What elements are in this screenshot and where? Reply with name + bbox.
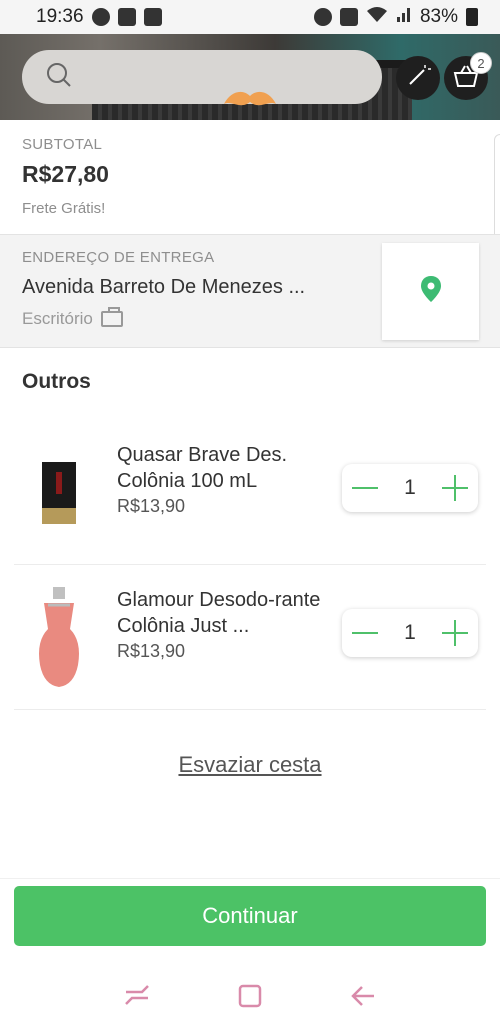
map-button[interactable] xyxy=(382,243,479,340)
notification-icon xyxy=(91,8,110,26)
briefcase-icon xyxy=(100,307,123,327)
cart-count-badge: 2 xyxy=(470,52,492,74)
back-button[interactable] xyxy=(348,981,378,1011)
section-title: Outros xyxy=(22,370,91,393)
decrease-button[interactable] xyxy=(352,620,378,646)
quantity-stepper: 1 xyxy=(342,464,478,512)
recent-apps-button[interactable] xyxy=(122,981,152,1011)
shipping-info: Frete Grátis! xyxy=(22,200,106,217)
wifi-icon xyxy=(366,5,388,29)
system-nav-bar xyxy=(0,964,500,1028)
delivery-address-section[interactable]: ENDEREÇO DE ENTREGA Avenida Barreto De M… xyxy=(0,234,500,348)
quantity-value: 1 xyxy=(404,476,416,499)
gamepad-icon xyxy=(117,8,136,26)
cart-button[interactable]: 2 xyxy=(444,52,492,100)
minus-icon xyxy=(352,632,378,634)
increase-button[interactable] xyxy=(442,475,468,501)
product-name[interactable]: Quasar Brave Des. Colônia 100 mL xyxy=(117,442,327,494)
cart-item: Glamour Desodo-rante Colônia Just ... R$… xyxy=(14,565,486,710)
battery-icon xyxy=(466,8,478,26)
subtotal-label: SUBTOTAL xyxy=(22,136,103,153)
search-bar[interactable] xyxy=(22,50,382,104)
decrease-button[interactable] xyxy=(352,475,378,501)
status-bar: 19:36 83% xyxy=(0,0,500,34)
address-street: Avenida Barreto De Menezes ... xyxy=(22,276,306,298)
subtotal-value: R$27,80 xyxy=(22,161,109,187)
product-price: R$13,90 xyxy=(117,641,186,661)
alarm-icon xyxy=(313,8,332,26)
signal-icon xyxy=(396,5,412,29)
magic-wand-button[interactable] xyxy=(396,56,440,100)
battery-percent: 83% xyxy=(419,6,458,27)
product-name[interactable]: Glamour Desodo-rante Colônia Just ... xyxy=(117,587,327,639)
quantity-stepper: 1 xyxy=(342,609,478,657)
mute-icon xyxy=(339,8,358,26)
subtotal-section: SUBTOTAL R$27,80 Frete Grátis! xyxy=(0,120,500,234)
product-image[interactable] xyxy=(34,587,84,687)
cart-item: Quasar Brave Des. Colônia 100 mL R$13,90… xyxy=(14,420,486,565)
mustache-logo xyxy=(222,90,278,112)
clock: 19:36 xyxy=(36,6,84,27)
home-button[interactable] xyxy=(235,981,265,1011)
divider xyxy=(0,878,500,879)
magic-wand-icon xyxy=(405,63,431,94)
product-image[interactable] xyxy=(34,450,84,540)
trophy-icon xyxy=(143,8,162,26)
header-banner: 2 xyxy=(0,34,500,120)
search-input[interactable] xyxy=(86,66,366,88)
search-icon xyxy=(46,62,72,93)
continue-button[interactable]: Continuar xyxy=(14,886,486,946)
map-pin-icon xyxy=(420,275,442,308)
increase-button[interactable] xyxy=(442,620,468,646)
product-price: R$13,90 xyxy=(117,496,186,516)
quantity-value: 1 xyxy=(404,621,416,644)
minus-icon xyxy=(352,487,378,489)
clear-basket-link[interactable]: Esvaziar cesta xyxy=(0,752,500,778)
address-type-label: Escritório xyxy=(22,309,93,328)
